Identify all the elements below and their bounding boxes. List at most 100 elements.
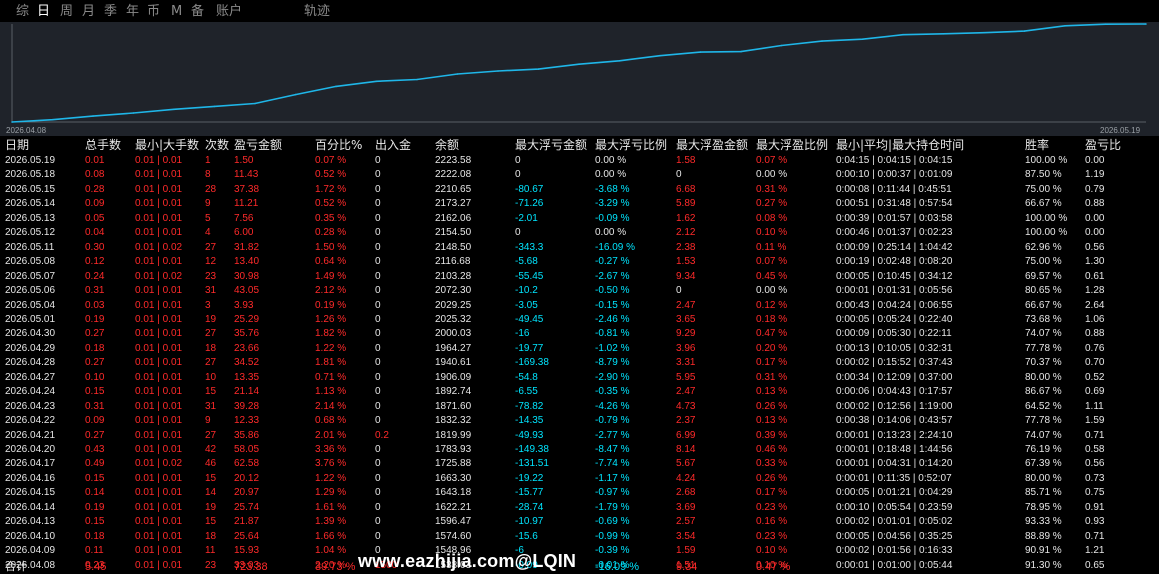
table-cell: 1 [205, 155, 211, 166]
table-cell: -149.38 [515, 444, 549, 455]
table-cell: 2026.04.29 [5, 342, 56, 354]
table-row[interactable]: 2026.04.16 0.15 0.01 | 0.01 15 20.12 1.22 % 0 1… [0, 472, 1159, 486]
watermark-text: www.eazhijia.com@LQIN [358, 551, 577, 571]
table-row[interactable]: 2026.05.01 0.19 0.01 | 0.01 19 25.29 1.26 % 0 2… [0, 313, 1159, 327]
table-cell: -0.15 % [595, 299, 630, 311]
table-cell: 2026.04.28 [5, 357, 56, 369]
column-header-9[interactable]: 最大浮亏比例 [595, 137, 667, 154]
column-header-3[interactable]: 次数 [205, 137, 229, 154]
table-cell: 0 [375, 285, 381, 297]
table-row[interactable]: 2026.05.11 0.30 0.01 | 0.02 27 31.82 1.50 % 0 2… [0, 241, 1159, 255]
table-cell: 0 [375, 212, 381, 224]
table-row[interactable]: 2026.04.15 0.14 0.01 | 0.01 14 20.97 1.29 % 0 1… [0, 486, 1159, 500]
table-cell: 1596.47 [435, 516, 472, 528]
table-cell: 78.95 % [1025, 501, 1062, 513]
table-cell: 0:00:51 | 0:31:48 | 0:57:54 [836, 198, 953, 210]
tab-1[interactable]: 日 [37, 4, 50, 20]
table-cell: 0.91 [1085, 501, 1105, 513]
column-header-8[interactable]: 最大浮亏金额 [515, 137, 587, 154]
column-header-0[interactable]: 日期 [5, 137, 29, 154]
table-row[interactable]: 2026.04.30 0.27 0.01 | 0.01 27 35.76 1.82 % 0 2… [0, 327, 1159, 341]
table-cell: 2103.28 [435, 270, 472, 282]
tab-3[interactable]: 月 [82, 4, 95, 20]
table-cell: 0.01 | 0.01 [135, 472, 183, 484]
table-row[interactable]: 2026.05.12 0.04 0.01 | 0.01 4 6.00 0.28 % 0 215… [0, 226, 1159, 240]
column-header-13[interactable]: 胜率 [1025, 137, 1049, 154]
column-header-10[interactable]: 最大浮盈金额 [676, 137, 748, 154]
table-cell: 69.57 % [1025, 270, 1062, 282]
table-row[interactable]: 2026.04.27 0.10 0.01 | 0.01 10 13.35 0.71 % 0 1… [0, 371, 1159, 385]
table-cell: 9.29 [676, 328, 696, 340]
tab-0[interactable]: 综 [16, 4, 29, 20]
total-float-profit-pct: 0.47 % [756, 561, 791, 573]
table-row[interactable]: 2026.04.20 0.43 0.01 | 0.01 42 58.05 3.36 % 0 1… [0, 443, 1159, 457]
table-cell: 13.40 [234, 256, 260, 268]
column-header-6[interactable]: 出入金 [375, 137, 411, 154]
table-row[interactable]: 2026.04.14 0.19 0.01 | 0.01 19 25.74 1.61 % 0 1… [0, 501, 1159, 515]
table-row[interactable]: 2026.04.29 0.18 0.01 | 0.01 18 23.66 1.22 % 0 1… [0, 342, 1159, 356]
table-row[interactable]: 2026.05.07 0.24 0.01 | 0.02 23 30.98 1.49 % 0 2… [0, 270, 1159, 284]
tab-4[interactable]: 季 [104, 4, 117, 20]
table-cell: -8.79 % [595, 357, 630, 369]
column-header-7[interactable]: 余额 [435, 137, 459, 154]
table-cell: 37.38 [234, 183, 260, 195]
table-row[interactable]: 2026.04.13 0.15 0.01 | 0.01 15 21.87 1.39 % 0 1… [0, 515, 1159, 529]
table-cell: 62.96 % [1025, 241, 1062, 253]
table-row[interactable]: 2026.05.15 0.28 0.01 | 0.01 28 37.38 1.72 % 0 2… [0, 183, 1159, 197]
tab-9[interactable]: 账户 [216, 4, 242, 20]
column-header-12[interactable]: 最小|平均|最大持仓时间 [836, 137, 964, 154]
table-row[interactable]: 2026.04.22 0.09 0.01 | 0.01 9 12.33 0.68 % 0 18… [0, 414, 1159, 428]
table-cell: 100.00 % [1025, 227, 1068, 239]
table-row[interactable]: 2026.04.28 0.27 0.01 | 0.01 27 34.52 1.81 % 0 1… [0, 356, 1159, 370]
table-cell: 0.01 | 0.01 [135, 155, 183, 166]
table-cell: 0.30 [85, 241, 105, 253]
table-cell: 0:00:09 | 0:05:30 | 0:22:11 [836, 328, 952, 340]
table-cell: 100.00 % [1025, 212, 1068, 224]
table-cell: 0.58 [1085, 444, 1105, 455]
table-row[interactable]: 2026.05.04 0.03 0.01 | 0.01 3 3.93 0.19 % 0 202… [0, 299, 1159, 313]
table-cell: 31 [205, 285, 217, 297]
table-row[interactable]: 2026.04.10 0.18 0.01 | 0.01 18 25.64 1.66 % 0 1… [0, 530, 1159, 544]
column-header-11[interactable]: 最大浮盈比例 [756, 137, 828, 154]
column-header-1[interactable]: 总手数 [85, 137, 121, 154]
table-cell: 2.47 [676, 299, 696, 311]
table-row[interactable]: 2026.05.14 0.09 0.01 | 0.01 9 11.21 0.52 % 0 21… [0, 197, 1159, 211]
table-row[interactable]: 2026.05.18 0.08 0.01 | 0.01 8 11.43 0.52 % 0 22… [0, 168, 1159, 182]
table-cell: -16 [515, 328, 530, 340]
tab-2[interactable]: 周 [60, 4, 73, 20]
table-row[interactable]: 2026.05.13 0.05 0.01 | 0.01 5 7.56 0.35 % 0 216… [0, 212, 1159, 226]
table-cell: 0.17 % [756, 357, 788, 369]
table-cell: 0.00 % [595, 169, 627, 181]
table-cell: 2072.30 [435, 285, 472, 297]
column-header-14[interactable]: 盈亏比 [1085, 137, 1121, 154]
table-cell: 0:00:43 | 0:04:24 | 0:06:55 [836, 299, 953, 311]
tab-5[interactable]: 年 [126, 4, 139, 20]
table-cell: 6.68 [676, 183, 696, 195]
table-cell: 21.14 [234, 386, 260, 398]
table-cell: 0 [375, 328, 381, 340]
table-row[interactable]: 2026.04.24 0.15 0.01 | 0.01 15 21.14 1.13 % 0 1… [0, 385, 1159, 399]
tab-8[interactable]: 备 [191, 4, 204, 20]
table-row[interactable]: 2026.05.06 0.31 0.01 | 0.01 31 43.05 2.12 % 0 2… [0, 284, 1159, 298]
table-cell: 0.01 | 0.01 [135, 357, 183, 369]
table-cell: 15 [205, 386, 217, 398]
table-row[interactable]: 2026.04.21 0.27 0.01 | 0.01 27 35.86 2.01 % 0.… [0, 429, 1159, 443]
column-header-2[interactable]: 最小|大手数 [135, 137, 199, 154]
table-cell: 0.18 % [756, 313, 788, 325]
table-row[interactable]: 2026.04.09 0.11 0.01 | 0.01 11 15.93 1.04 % 0 1… [0, 544, 1159, 558]
table-cell: 0.2 [375, 429, 389, 441]
table-cell: 4 [205, 227, 211, 239]
tab-10[interactable]: 轨迹 [304, 4, 330, 20]
column-header-5[interactable]: 百分比% [315, 137, 362, 154]
table-cell: -55.45 [515, 270, 544, 282]
tab-7[interactable]: M [171, 4, 182, 20]
column-header-4[interactable]: 盈亏金额 [234, 137, 282, 154]
table-cell: 14 [205, 487, 217, 499]
table-row[interactable]: 2026.04.23 0.31 0.01 | 0.01 31 39.28 2.14 % 0 1… [0, 400, 1159, 414]
table-row[interactable]: 2026.04.17 0.49 0.01 | 0.02 46 62.58 3.76 % 0 1… [0, 457, 1159, 471]
table-cell: 0.12 % [756, 299, 788, 311]
table-row[interactable]: 2026.05.19 0.01 0.01 | 0.01 1 1.50 0.07 % 0 222… [0, 154, 1159, 168]
tab-6[interactable]: 币 [147, 4, 160, 20]
table-row[interactable]: 2026.05.08 0.12 0.01 | 0.01 12 13.40 0.64 % 0 2… [0, 255, 1159, 269]
table-cell: 0 [375, 444, 381, 455]
